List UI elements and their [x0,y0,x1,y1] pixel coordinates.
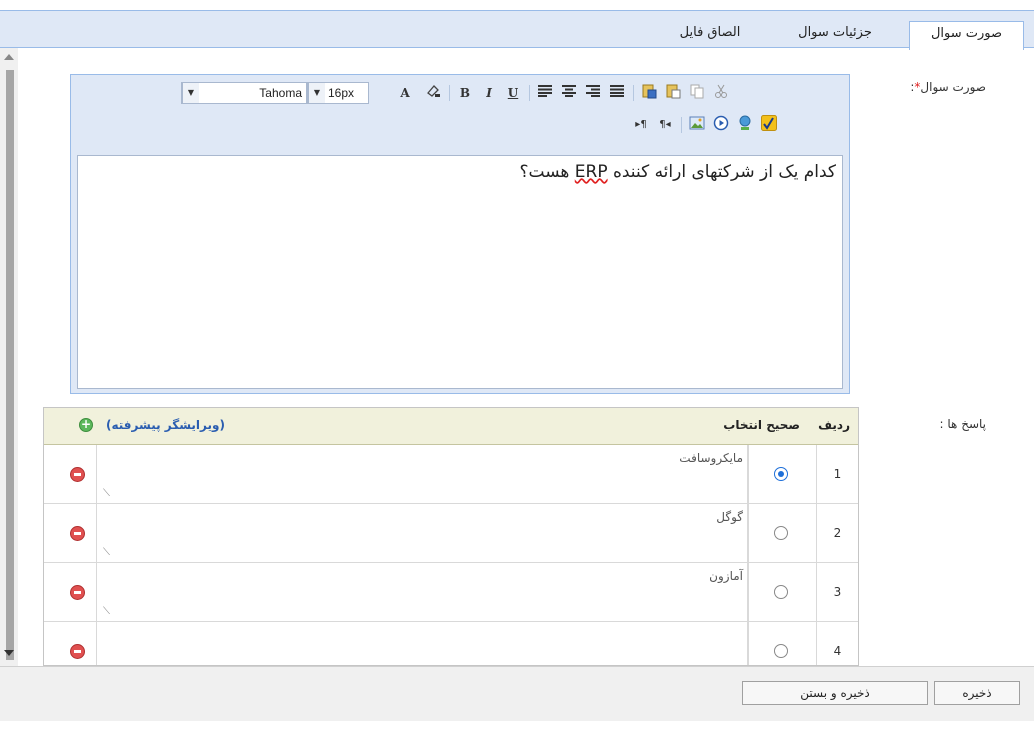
tab-question-details[interactable]: جزئیات سوال [780,21,890,49]
resize-grip-icon[interactable]: ⟍ [103,547,110,558]
question-text-part: هست؟ [519,162,575,182]
toolbar-row-1: ▼ Tahoma ▼ 16px A B I U [71,75,849,104]
question-text-editor[interactable]: کدام یک از شرکتهای ارائه کننده ERP هست؟ [77,155,843,389]
answer-input[interactable]: مایکروسافت ⟍ [96,445,748,503]
italic-glyph: I [486,86,492,100]
answer-text: گوگل [716,510,743,524]
italic-icon[interactable]: I [479,83,499,103]
link-icon[interactable] [735,115,755,135]
paste-word-icon[interactable] [639,83,659,103]
resize-grip-icon[interactable]: ⟍ [103,488,110,499]
tab-label: صورت سوال [930,26,1003,41]
cut-icon[interactable] [711,83,731,103]
tab-bar: صورت سوال جزئیات سوال الصاق فایل [0,10,1034,50]
media-icon[interactable] [711,115,731,135]
align-justify-icon[interactable] [535,83,555,103]
correct-cell [748,445,816,503]
image-icon[interactable] [687,115,707,135]
answer-row: 4 [44,622,858,665]
tab-label: جزئیات سوال [798,25,872,40]
underline-glyph: U [507,86,519,100]
column-correct-header: صحیح انتخاب [723,418,800,432]
formula-icon[interactable] [759,115,779,135]
delete-answer-icon[interactable] [70,585,85,600]
answer-text: مایکروسافت [679,451,743,465]
add-answer-icon[interactable]: + [79,418,93,432]
bold-glyph: B [459,86,471,100]
tab-question-text[interactable]: صورت سوال [909,21,1024,50]
dialog-footer: ذخیره ذخیره و بستن [0,666,1034,721]
bold-icon[interactable]: B [455,83,475,103]
correct-radio[interactable] [774,585,788,599]
paste-icon[interactable] [663,83,683,103]
column-row-header: ردیف [818,418,850,432]
answers-grid-header: ردیف صحیح انتخاب (ویرایشگر پیشرفته) + [44,408,858,445]
toolbar-separator [681,117,682,133]
answer-row: 3 آمازون ⟍ [44,563,858,622]
ltr-icon[interactable]: ▸¶ [631,115,651,135]
toolbar-separator [529,85,530,101]
row-number: 4 [816,622,858,665]
row-number: 2 [816,504,858,562]
advanced-editor-link[interactable]: (ویرایشگر پیشرفته) [106,418,225,432]
row-number: 1 [816,445,858,503]
delete-answer-icon[interactable] [70,526,85,541]
save-button[interactable]: ذخیره [934,681,1020,705]
tab-attach-file[interactable]: الصاق فایل [660,21,760,49]
answer-input[interactable]: آمازون ⟍ [96,563,748,621]
question-text-label: صورت سوال*: [910,80,986,94]
align-right-icon[interactable] [583,83,603,103]
toolbar-separator [633,85,634,101]
answer-input[interactable]: گوگل ⟍ [96,504,748,562]
rich-text-editor: ▼ Tahoma ▼ 16px A B I U ▸¶ ¶◂ کدام یک از… [70,74,850,394]
answers-grid: ردیف صحیح انتخاب (ویرایشگر پیشرفته) + 1 … [43,407,859,666]
font-size-select[interactable]: ▼ 16px [307,82,369,104]
font-size-dropdown-arrow-icon[interactable]: ▼ [308,83,325,103]
question-text-part: کدام یک از شرکتهای ارائه کننده [607,162,836,182]
align-center-icon[interactable] [559,83,579,103]
vertical-scrollbar[interactable] [0,48,18,666]
delete-answer-icon[interactable] [70,467,85,482]
rtl-icon[interactable]: ¶◂ [655,115,675,135]
font-family-dropdown-arrow-icon[interactable]: ▼ [182,83,199,103]
scroll-down-arrow-icon[interactable] [4,650,14,656]
answer-row: 2 گوگل ⟍ [44,504,858,563]
correct-radio[interactable] [774,526,788,540]
answer-row: 1 مایکروسافت ⟍ [44,445,858,504]
erp-term: ERP [574,162,608,182]
question-text-content: کدام یک از شرکتهای ارائه کننده ERP هست؟ [520,162,836,182]
copy-icon[interactable] [687,83,707,103]
scroll-thumb[interactable] [6,70,14,660]
answer-input[interactable] [96,622,748,665]
answers-label: پاسخ ها : [939,417,986,431]
font-color-glyph: A [400,86,410,100]
correct-cell [748,622,816,665]
scroll-up-arrow-icon[interactable] [4,54,14,60]
correct-radio[interactable] [774,467,788,481]
align-left-icon[interactable] [607,83,627,103]
row-number: 3 [816,563,858,621]
correct-radio[interactable] [774,644,788,658]
correct-cell [748,504,816,562]
font-color-icon[interactable]: A [395,83,415,103]
delete-answer-icon[interactable] [70,644,85,659]
font-family-select[interactable]: ▼ Tahoma [181,82,307,104]
correct-cell [748,563,816,621]
tab-label: الصاق فایل [679,25,741,40]
font-family-value: Tahoma [259,86,302,100]
toolbar-separator [449,85,450,101]
resize-grip-icon[interactable]: ⟍ [103,606,110,617]
font-size-value: 16px [328,86,355,100]
question-label-text: صورت سوال [920,80,986,94]
toolbar-row-2: ▸¶ ¶◂ [71,105,849,133]
answer-text: آمازون [709,569,743,583]
highlight-color-icon[interactable] [423,83,443,103]
save-and-close-button[interactable]: ذخیره و بستن [742,681,928,705]
underline-icon[interactable]: U [503,83,523,103]
